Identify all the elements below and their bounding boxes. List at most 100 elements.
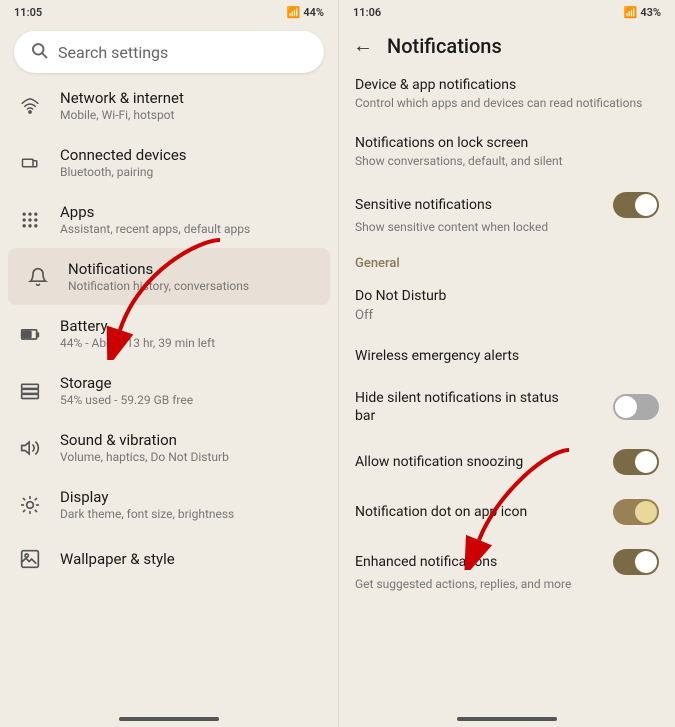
notif-item-emergency[interactable]: Wireless emergency alerts: [339, 335, 675, 377]
settings-item-sound[interactable]: Sound & vibration Volume, haptics, Do No…: [0, 419, 338, 476]
wallpaper-icon: [16, 545, 44, 573]
notif-item-dnd-row: Do Not Disturb: [355, 287, 659, 305]
battery-settings-icon: [16, 320, 44, 348]
status-bar-left: 11:05 📶 44%: [0, 0, 338, 23]
toggle-snoozing-knob: [635, 451, 657, 473]
notifications-text: Notifications Notification history, conv…: [68, 260, 249, 293]
battery-subtitle: 44% - About 13 hr, 39 min left: [60, 336, 215, 350]
notif-dnd-title: Do Not Disturb: [355, 287, 446, 305]
toggle-enhanced[interactable]: [613, 549, 659, 575]
toggle-hide-silent-knob: [615, 396, 637, 418]
notif-snoozing-title: Allow notification snoozing: [355, 453, 523, 471]
left-panel: 11:05 📶 44% Search settings: [0, 0, 338, 727]
search-placeholder: Search settings: [58, 43, 168, 62]
notifications-subtitle: Notification history, conversations: [68, 279, 249, 293]
notif-dot-title: Notification dot on app icon: [355, 503, 527, 521]
notif-item-enhanced[interactable]: Enhanced notifications Get suggested act…: [339, 537, 675, 603]
storage-text: Storage 54% used - 59.29 GB free: [60, 374, 193, 407]
battery-text: Battery 44% - About 13 hr, 39 min left: [60, 317, 215, 350]
network-text: Network & internet Mobile, Wi-Fi, hotspo…: [60, 89, 184, 122]
notif-enhanced-subtitle: Get suggested actions, replies, and more: [355, 577, 659, 591]
settings-item-wallpaper[interactable]: Wallpaper & style: [0, 533, 338, 585]
general-section-label: General: [339, 246, 675, 275]
notif-hide-silent-title: Hide silent notifications in status bar: [355, 389, 575, 425]
notif-item-dnd[interactable]: Do Not Disturb Off: [339, 275, 675, 334]
toggle-dot-knob: [635, 501, 657, 523]
sound-text: Sound & vibration Volume, haptics, Do No…: [60, 431, 229, 464]
notif-item-enhanced-row: Enhanced notifications: [355, 549, 659, 575]
notif-emergency-title: Wireless emergency alerts: [355, 347, 519, 365]
notification-list: Device & app notifications Control which…: [339, 64, 675, 711]
toggle-enhanced-knob: [635, 551, 657, 573]
notif-lock-screen-subtitle: Show conversations, default, and silent: [355, 154, 659, 168]
notif-item-dot-row: Notification dot on app icon: [355, 499, 659, 525]
notif-item-snoozing[interactable]: Allow notification snoozing: [339, 437, 675, 487]
notif-item-lock-screen[interactable]: Notifications on lock screen Show conver…: [339, 122, 675, 180]
search-bar[interactable]: Search settings: [14, 31, 324, 73]
notif-sensitive-subtitle: Show sensitive content when locked: [355, 220, 659, 234]
connected-subtitle: Bluetooth, pairing: [60, 165, 187, 179]
notifications-title: Notifications: [68, 260, 249, 278]
back-button[interactable]: ←: [353, 33, 373, 58]
notif-item-snoozing-row: Allow notification snoozing: [355, 449, 659, 475]
notif-sensitive-title: Sensitive notifications: [355, 196, 492, 214]
toggle-hide-silent[interactable]: [613, 394, 659, 420]
battery-icon: 44%: [303, 6, 324, 19]
volume-icon: [16, 434, 44, 462]
notif-enhanced-title: Enhanced notifications: [355, 553, 497, 571]
apps-title: Apps: [60, 203, 250, 221]
bottom-bar-right: [339, 711, 675, 727]
settings-item-network[interactable]: Network & internet Mobile, Wi-Fi, hotspo…: [0, 77, 338, 134]
notif-item-hide-silent[interactable]: Hide silent notifications in status bar: [339, 377, 675, 437]
notif-device-app-title: Device & app notifications: [355, 76, 516, 94]
notif-item-device-app[interactable]: Device & app notifications Control which…: [339, 64, 675, 122]
wallpaper-title: Wallpaper & style: [60, 550, 175, 568]
notif-item-emergency-row: Wireless emergency alerts: [355, 347, 659, 365]
page-title: Notifications: [387, 34, 502, 58]
settings-item-apps[interactable]: Apps Assistant, recent apps, default app…: [0, 191, 338, 248]
devices-icon: [16, 149, 44, 177]
status-bar-right: 11:06 📶 43%: [339, 0, 675, 23]
wifi-icon: [16, 92, 44, 120]
toggle-snoozing[interactable]: [613, 449, 659, 475]
wallpaper-text: Wallpaper & style: [60, 550, 175, 568]
notif-item-sensitive[interactable]: Sensitive notifications Show sensitive c…: [339, 180, 675, 246]
notif-lock-screen-title: Notifications on lock screen: [355, 134, 528, 152]
notif-item-device-app-row: Device & app notifications: [355, 76, 659, 94]
status-icons-left: 📶 44%: [287, 6, 324, 19]
toggle-dot[interactable]: [613, 499, 659, 525]
sound-title: Sound & vibration: [60, 431, 229, 449]
display-icon: [16, 491, 44, 519]
search-icon: [30, 41, 48, 63]
bell-icon: [24, 263, 52, 291]
battery-icon-right: 43%: [640, 6, 661, 19]
network-subtitle: Mobile, Wi-Fi, hotspot: [60, 108, 184, 122]
notif-item-hide-silent-row: Hide silent notifications in status bar: [355, 389, 659, 425]
battery-title: Battery: [60, 317, 215, 335]
bottom-indicator-left: [119, 717, 219, 721]
time-right: 11:06: [353, 6, 381, 19]
toggle-sensitive-knob: [635, 194, 657, 216]
apps-icon: [16, 206, 44, 234]
notif-dnd-value: Off: [355, 308, 659, 323]
signal-icon: 📶: [287, 6, 301, 19]
status-icons-right: 📶 43%: [624, 6, 661, 19]
notif-item-sensitive-row: Sensitive notifications: [355, 192, 659, 218]
settings-item-storage[interactable]: Storage 54% used - 59.29 GB free: [0, 362, 338, 419]
network-title: Network & internet: [60, 89, 184, 107]
display-subtitle: Dark theme, font size, brightness: [60, 507, 234, 521]
right-panel: 11:06 📶 43% ← Notifications Device & app…: [338, 0, 675, 727]
connected-text: Connected devices Bluetooth, pairing: [60, 146, 187, 179]
connected-title: Connected devices: [60, 146, 187, 164]
apps-subtitle: Assistant, recent apps, default apps: [60, 222, 250, 236]
settings-item-battery[interactable]: Battery 44% - About 13 hr, 39 min left: [0, 305, 338, 362]
settings-item-connected[interactable]: Connected devices Bluetooth, pairing: [0, 134, 338, 191]
toggle-sensitive[interactable]: [613, 192, 659, 218]
sound-subtitle: Volume, haptics, Do Not Disturb: [60, 450, 229, 464]
settings-item-notifications[interactable]: Notifications Notification history, conv…: [8, 248, 330, 305]
storage-icon: [16, 377, 44, 405]
page-header: ← Notifications: [339, 23, 675, 64]
settings-item-display[interactable]: Display Dark theme, font size, brightnes…: [0, 476, 338, 533]
notif-item-dot[interactable]: Notification dot on app icon: [339, 487, 675, 537]
apps-text: Apps Assistant, recent apps, default app…: [60, 203, 250, 236]
